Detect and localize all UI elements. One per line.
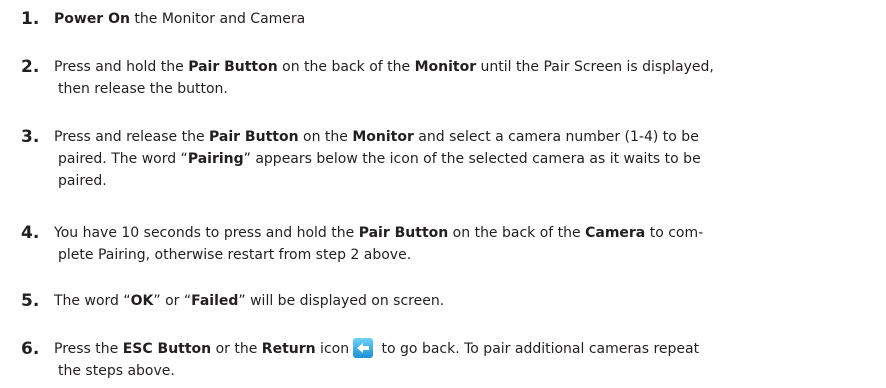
text-run: on the back of the: [277, 59, 415, 75]
step-number: 3.: [21, 127, 40, 147]
step-number: 2.: [21, 57, 40, 77]
step-text: Power On the Monitor and Camera: [54, 8, 854, 30]
step-text: Press and hold the Pair Button on the ba…: [54, 56, 854, 100]
bold-term: Pair Button: [188, 59, 278, 75]
bold-term: Failed: [191, 293, 239, 309]
text-run: You have 10 seconds to press and hold th…: [54, 225, 359, 241]
step-text: You have 10 seconds to press and hold th…: [54, 222, 854, 266]
text-run: paired.: [58, 173, 107, 189]
text-run: to com-: [645, 225, 704, 241]
bold-term: Power On: [54, 11, 130, 27]
text-run: then release the button.: [58, 81, 228, 97]
text-run: Press and hold the: [54, 59, 189, 75]
bold-term: ESC Button: [122, 341, 212, 357]
pairing-steps: 1. Power On the Monitor and Camera 2. Pr…: [0, 0, 886, 388]
bold-term: Camera: [585, 225, 646, 241]
step-3-cont: paired. The word “Pairing” appears below…: [58, 151, 701, 167]
bold-term: Return: [261, 341, 316, 357]
return-icon: [353, 338, 374, 358]
step-number: 6.: [21, 339, 40, 359]
bold-term: Monitor: [414, 59, 477, 75]
step-number: 4.: [21, 223, 40, 243]
text-run: on the: [298, 129, 353, 145]
step-text: Press and release the Pair Button on the…: [54, 126, 854, 192]
bold-term: Pairing: [187, 151, 244, 167]
text-run: to go back. To pair additional cameras r…: [377, 341, 700, 357]
step-number: 1.: [21, 9, 40, 29]
text-run: Press and release the: [54, 129, 210, 145]
step-text: Press the ESC Button or the Return icon …: [54, 338, 854, 382]
text-run: the steps above.: [58, 363, 175, 379]
step-text: The word “OK” or “Failed” will be displa…: [54, 290, 854, 312]
text-run: Press the: [54, 341, 123, 357]
text-run: icon: [315, 341, 350, 357]
bold-term: Pair Button: [358, 225, 449, 241]
bold-term: Monitor: [352, 129, 414, 145]
text-run: or the: [211, 341, 262, 357]
text-run: on the back of the: [448, 225, 586, 241]
text-run: and select a camera number (1-4) to be: [413, 129, 699, 145]
text-run: ” or “: [153, 293, 192, 309]
bold-term: OK: [130, 293, 154, 309]
text-run: until the Pair Screen is displayed,: [476, 59, 714, 75]
text-run: plete Pairing, otherwise restart from st…: [58, 247, 412, 263]
text-run: ” will be displayed on screen.: [238, 293, 445, 309]
bold-term: Pair Button: [209, 129, 299, 145]
step-number: 5.: [21, 291, 40, 311]
text-run: the Monitor and Camera: [129, 11, 306, 27]
text-run: The word “: [54, 293, 131, 309]
